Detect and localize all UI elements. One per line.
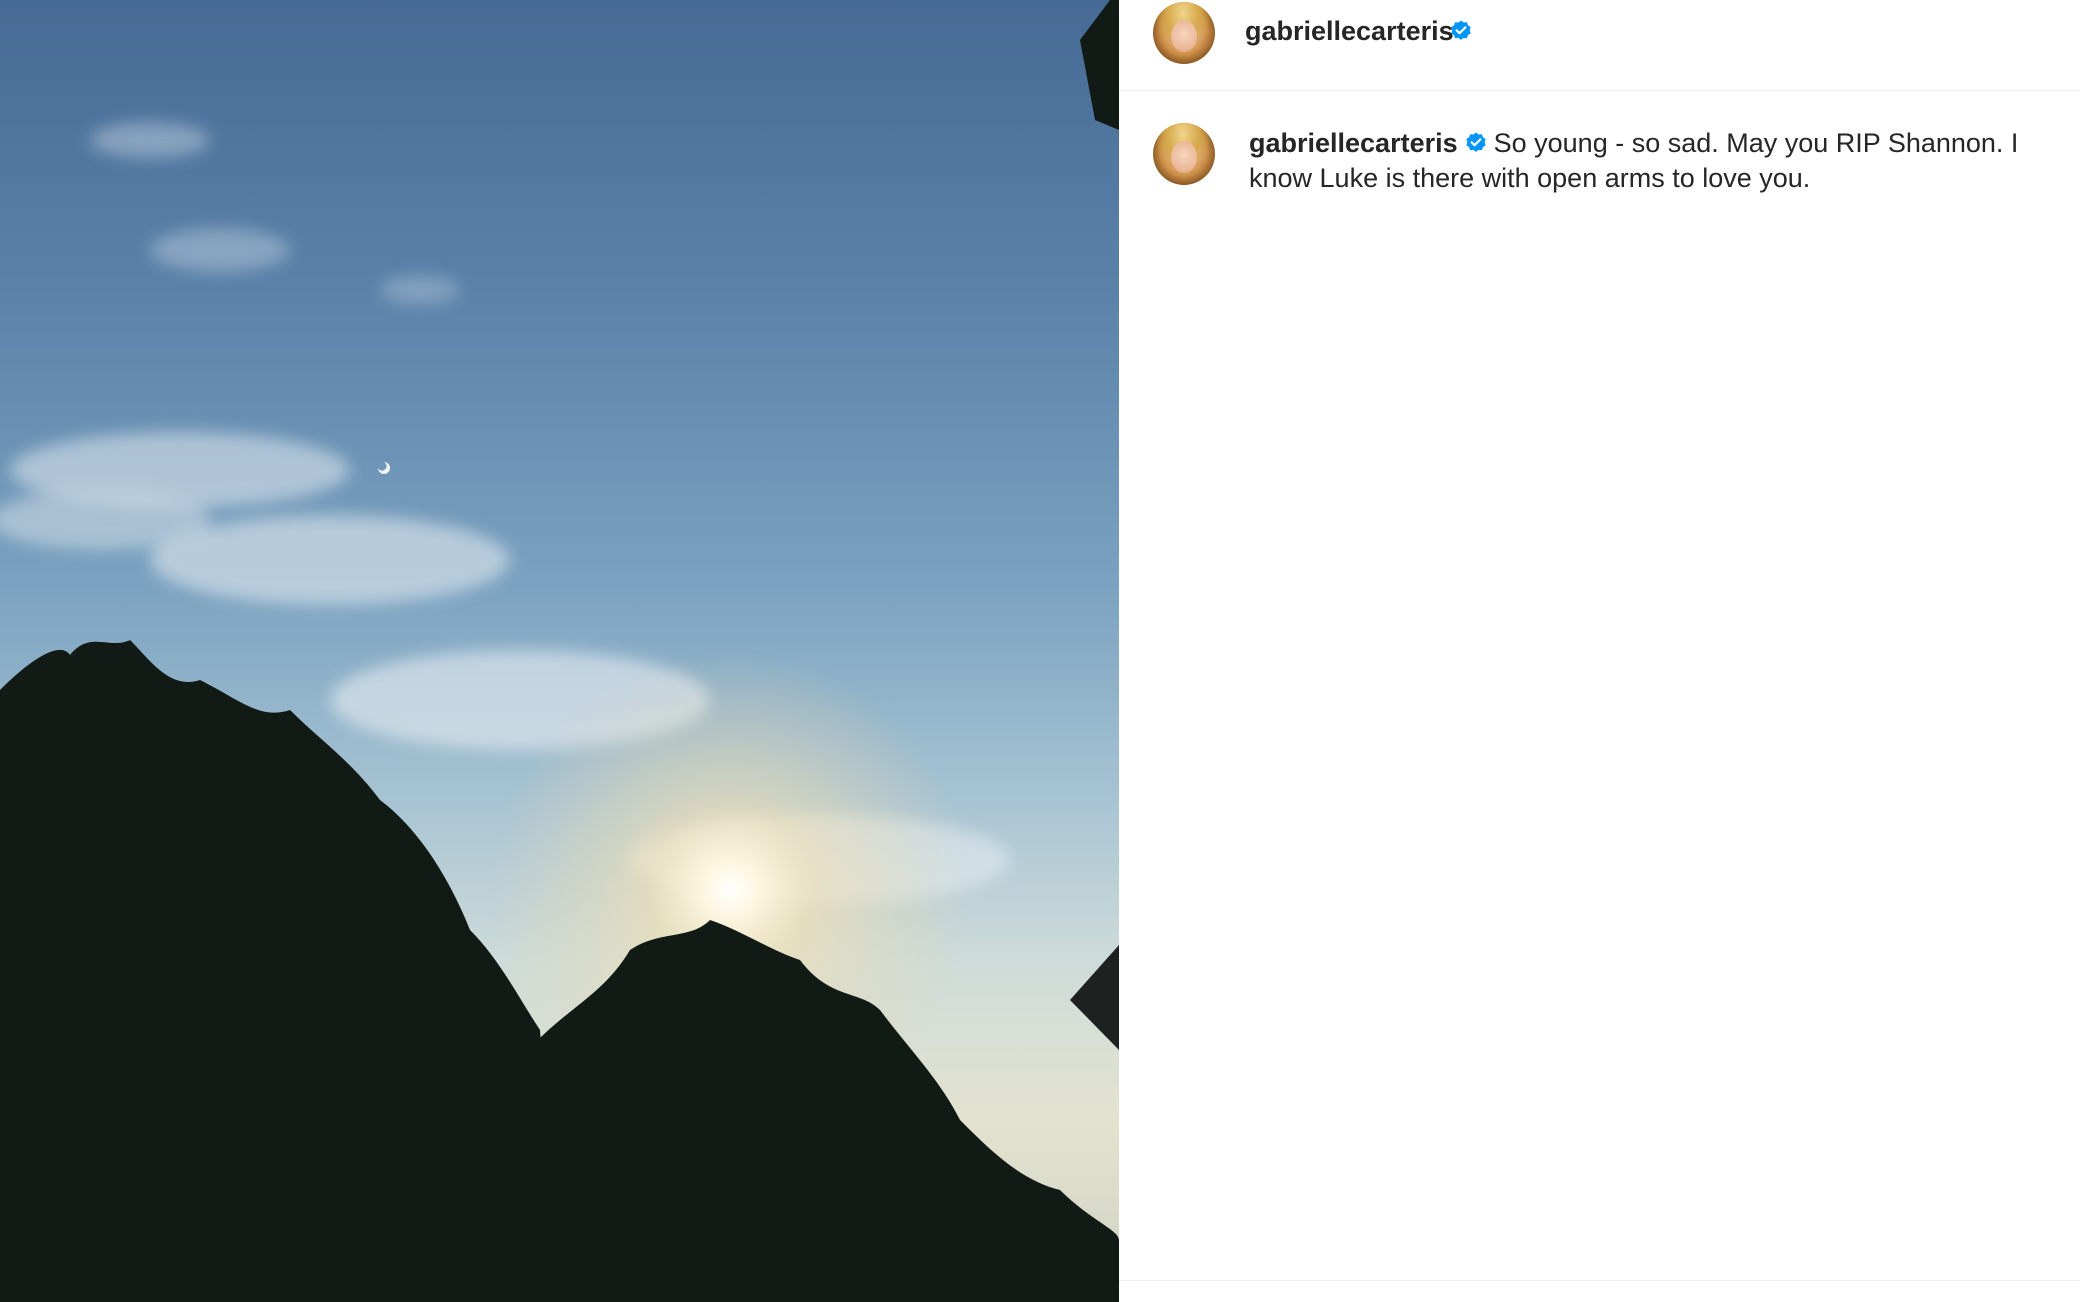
caption-author-avatar[interactable] [1153, 123, 1215, 185]
author-username[interactable]: gabriellecarteris [1245, 16, 1454, 47]
author-avatar[interactable] [1153, 2, 1215, 64]
sky-photo-illustration [0, 0, 1119, 1302]
avatar-face [1171, 141, 1197, 173]
post-photo[interactable] [0, 0, 1119, 1302]
caption-username[interactable]: gabriellecarteris [1249, 128, 1458, 158]
trees-silhouette [0, 0, 1119, 1302]
post-header: gabriellecarteris [1119, 0, 2080, 91]
post-caption: gabriellecarteris So young - so sad. May … [1249, 126, 2049, 196]
verified-badge-icon [1465, 132, 1486, 152]
avatar-face [1171, 20, 1197, 52]
instagram-post: gabriellecarteris gabriellecarteris So yo… [0, 0, 2080, 1302]
verified-badge-icon [1451, 20, 1471, 40]
divider [1119, 1280, 2080, 1281]
road-sign [1070, 945, 1119, 1050]
moon-icon [378, 462, 390, 474]
post-side-panel: gabriellecarteris gabriellecarteris So yo… [1119, 0, 2080, 1302]
